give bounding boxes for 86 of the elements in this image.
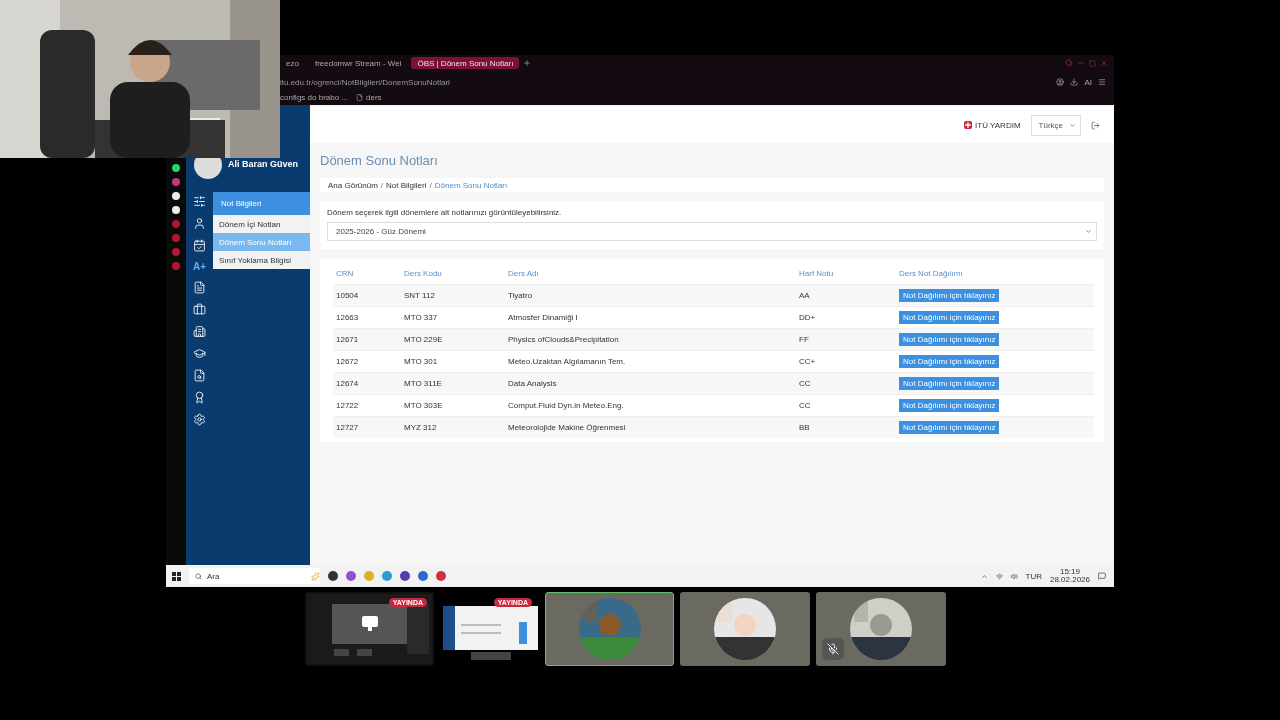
building-icon[interactable] — [193, 325, 206, 338]
table-cell-text: SNT 112 — [403, 291, 436, 300]
muted-mic-icon[interactable] — [822, 638, 844, 660]
grade-icon[interactable]: A+ — [192, 261, 207, 272]
table-cell-text: 12722 — [335, 401, 360, 410]
sliders-icon[interactable] — [193, 195, 206, 208]
award-icon[interactable] — [193, 391, 206, 404]
table-cell-text: MTO 337 — [403, 313, 439, 322]
table-cell-text: 10504 — [335, 291, 360, 300]
table-cell-text: Tiyatro — [507, 291, 534, 300]
term-select[interactable]: 2025-2026 - Güz Dönemi — [327, 222, 1097, 241]
participant-tile[interactable] — [545, 592, 674, 666]
breadcrumb-separator: / — [380, 180, 384, 190]
table-cell-text: 12672 — [335, 357, 360, 366]
column-header: Ders Kodu — [403, 269, 443, 278]
profile-icon[interactable] — [1056, 78, 1065, 86]
breadcrumb-link[interactable]: Ana Görünüm — [328, 180, 378, 190]
new-tab-icon[interactable] — [523, 59, 532, 67]
participant-tile[interactable] — [816, 592, 946, 666]
graduation-cap-icon[interactable] — [193, 347, 206, 360]
table-cell-text: BB — [798, 423, 811, 432]
bookmark[interactable]: ders — [366, 92, 382, 102]
table-cell-text: 12663 — [335, 313, 360, 322]
column-header: Ders Adı — [507, 269, 540, 278]
table-cell-text: FF — [798, 335, 810, 344]
chevron-up-icon[interactable] — [980, 572, 988, 580]
table-cell-text: CC+ — [798, 357, 817, 366]
table-cell-text: Data Analysis — [507, 379, 558, 388]
table-cell-text: Atmosfer Dinamiği I — [507, 313, 579, 322]
breadcrumb-separator: / — [429, 180, 432, 190]
participant-tile[interactable] — [680, 592, 810, 666]
chevron-down-icon — [1069, 121, 1076, 129]
gear-icon[interactable] — [193, 413, 206, 426]
table-cell-text: MTO 229E — [403, 335, 444, 344]
windows-icon[interactable] — [172, 571, 181, 581]
column-header: Ders Not Dağılımı — [898, 269, 964, 278]
chevron-down-icon — [1085, 228, 1092, 235]
clock[interactable]: 15:19 28.02.2026 — [1049, 568, 1090, 584]
table-cell-text: 12727 — [335, 423, 360, 432]
calendar-icon[interactable] — [193, 239, 206, 252]
language-select[interactable]: Türkçe — [1030, 114, 1081, 136]
breadcrumb-link[interactable]: Dönem Sonu Notları — [434, 180, 508, 190]
user-icon[interactable] — [193, 217, 206, 230]
download-icon[interactable] — [1070, 78, 1079, 86]
table-cell-text: CC — [798, 401, 812, 410]
notification-icon[interactable] — [1098, 572, 1106, 580]
briefcase-icon[interactable] — [193, 303, 206, 316]
table-cell-text: AA — [798, 291, 811, 300]
cross-icon — [964, 121, 973, 129]
language-indicator[interactable]: TUR — [1025, 571, 1042, 581]
table-cell-text: Physics ofClouds&Precipitation — [507, 335, 620, 344]
table-cell-text: Meteo.Uzaktan Algılamanın Tem. — [507, 357, 627, 366]
table-cell-text: MTO 311E — [403, 379, 443, 388]
page-title: Dönem Sonu Notları — [320, 153, 439, 168]
bookmark[interactable]: configs do brabo ... — [280, 92, 349, 102]
help-link[interactable]: İTÜ YARDIM — [964, 120, 1021, 130]
menu-item[interactable]: Sınıf Yoklama Bilgisi — [213, 251, 310, 269]
column-header: CRN — [335, 269, 355, 278]
menu-item[interactable]: Dönem İçi Notları — [213, 215, 310, 233]
table-cell-text: 12674 — [335, 379, 360, 388]
table-cell-text: MTO 301 — [403, 357, 439, 366]
taskbar-search[interactable]: Ara — [189, 568, 320, 584]
instruction-text: Dönem seçerek ilgili dönemlere ait notlarınızı görüntüleyebilirsiniz. — [327, 208, 563, 217]
table-cell-text: 12671 — [335, 335, 360, 344]
table-cell-text: Meteorolojide Makine Öğrenmesi — [507, 423, 627, 432]
address-bar[interactable]: itu.edu.tr/ogrenci/NotBilgileri/DonemSonuNotlari — [280, 77, 1051, 87]
table-cell-text: MTO 303E — [403, 401, 444, 410]
table-cell-text: MYZ 312 — [403, 423, 438, 432]
document-icon[interactable] — [193, 281, 206, 294]
table-cell-text: CC — [798, 379, 812, 388]
logout-icon[interactable] — [1091, 120, 1100, 130]
column-header: Harf Notu — [798, 269, 835, 278]
user-name: Ali Baran Güven — [228, 159, 299, 169]
table-cell-text: DD+ — [798, 313, 817, 322]
breadcrumb-link[interactable]: Not Bilgileri — [386, 180, 427, 190]
document-search-icon[interactable] — [193, 369, 206, 382]
search-icon — [195, 572, 202, 580]
speaker-icon[interactable] — [1010, 572, 1018, 580]
wifi-icon[interactable] — [995, 572, 1003, 580]
browser-tab[interactable]: ezo — [280, 57, 305, 69]
browser-tab[interactable]: freedomwr Stream - Wei — [308, 57, 408, 69]
ai-button[interactable]: AI — [1084, 77, 1092, 87]
browser-tab[interactable]: ÖBS | Dönem Sonu Notları — [411, 57, 520, 69]
menu-icon[interactable] — [1098, 78, 1106, 86]
table-cell-text: Comput.Fluid Dyn.in Meteo.Eng. — [507, 401, 625, 410]
file-icon — [356, 93, 364, 101]
